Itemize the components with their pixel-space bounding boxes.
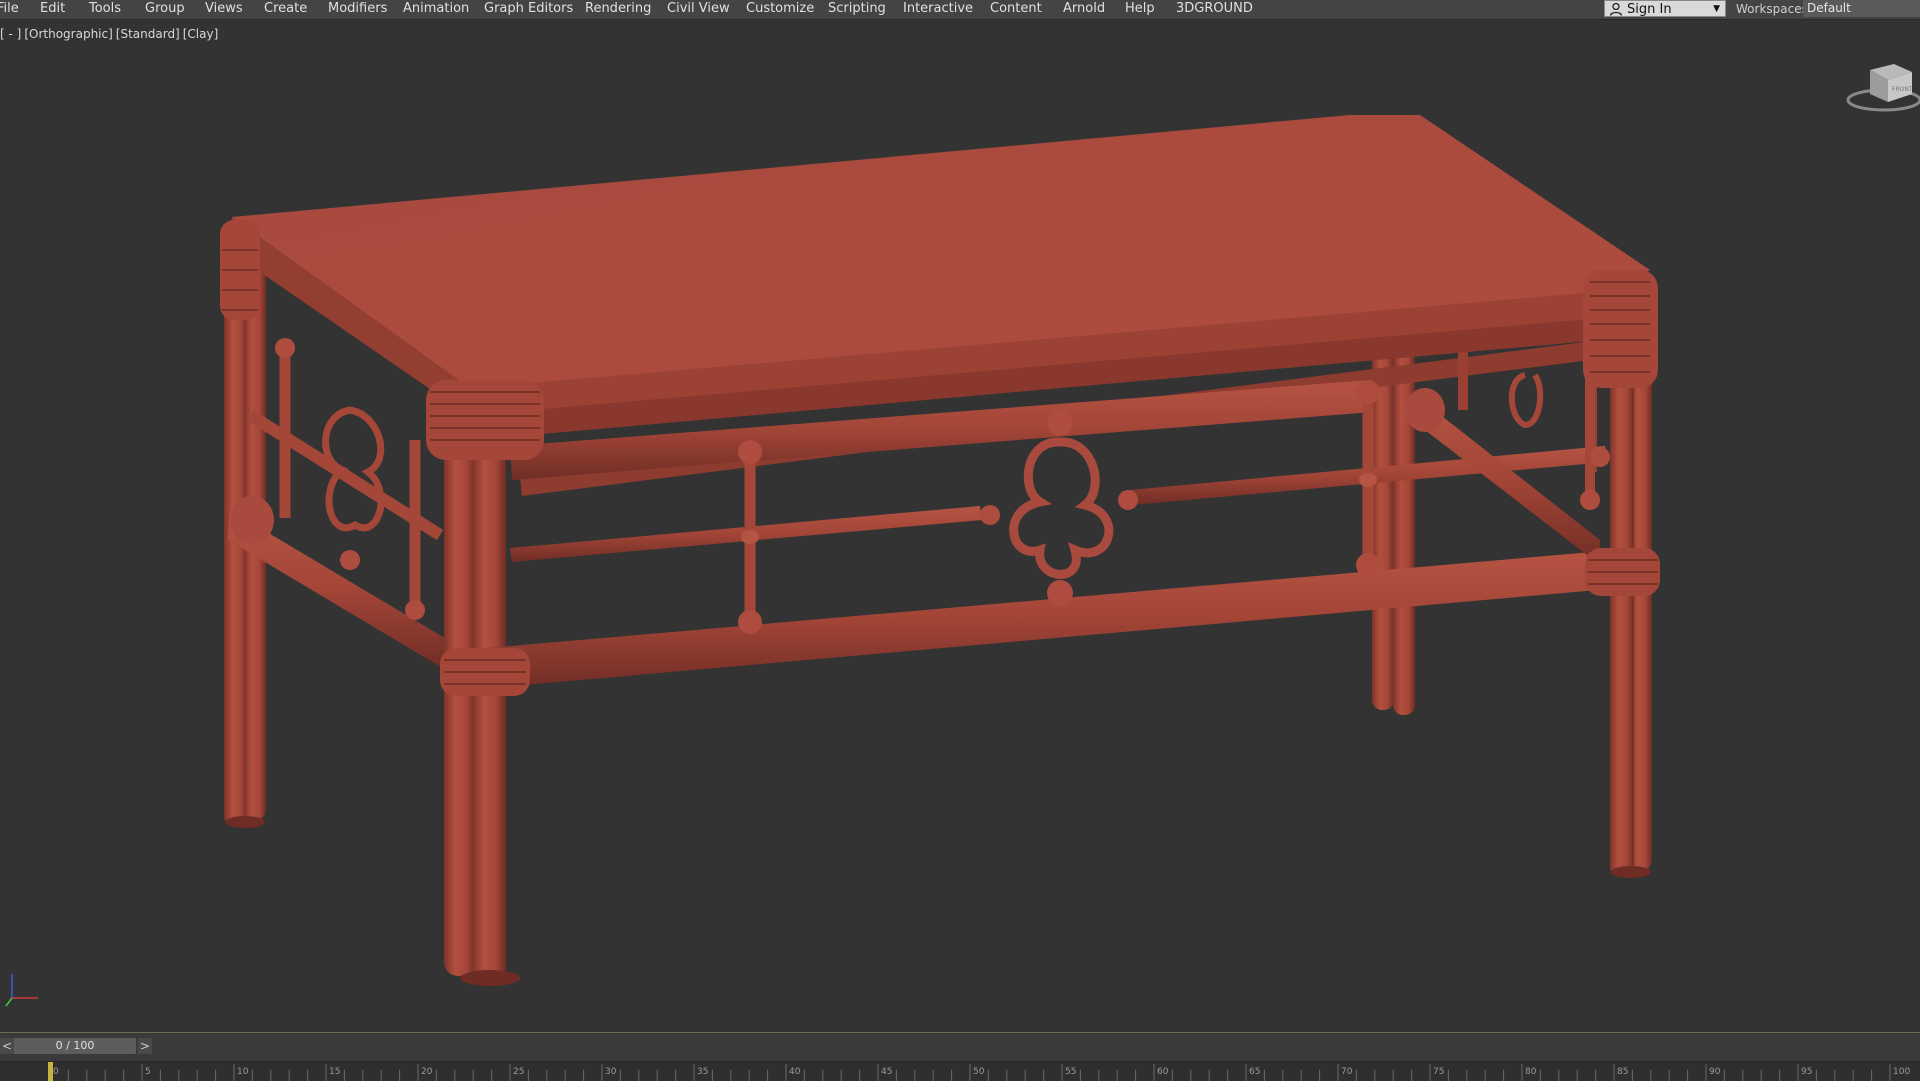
frame-tick-label: 5	[145, 1067, 151, 1077]
time-slider-bar: < 0 / 100 > 0 5 10 15 20 25 30 35 40 45 50 55 60 65 70…	[0, 1033, 1920, 1081]
bead	[1118, 490, 1138, 510]
menu-bar: File Edit Tools Group Views Create Modif…	[0, 0, 1920, 20]
workspaces-label: Workspaces:	[1736, 2, 1812, 16]
frame-tick-label: 0	[53, 1067, 59, 1077]
frame-tick-label: 95	[1801, 1067, 1812, 1077]
bead	[980, 505, 1000, 525]
menu-customize[interactable]: Customize	[743, 0, 817, 18]
corner-binding	[220, 220, 260, 320]
leg-foot	[225, 816, 265, 828]
bead	[738, 610, 762, 634]
bead	[405, 600, 425, 620]
bead	[1359, 473, 1377, 487]
frame-tick-label: 70	[1341, 1067, 1353, 1077]
frame-tick-label: 50	[973, 1067, 985, 1077]
track-bar-ruler: 0 5 10 15 20 25 30 35 40 45 50 55 60 65 70 75 80 85 90 95 10…	[48, 1062, 1910, 1081]
menu-views[interactable]: Views	[202, 0, 246, 18]
corner-binding	[426, 380, 544, 460]
frame-tick-label: 90	[1709, 1067, 1721, 1077]
frame-tick-label: 35	[697, 1067, 708, 1077]
workspace-select[interactable]: Default	[1803, 0, 1920, 17]
frame-tick-label: 60	[1157, 1067, 1169, 1077]
frame-tick-label: 55	[1065, 1067, 1076, 1077]
leg-foot	[1611, 866, 1651, 878]
menu-3dground[interactable]: 3DGROUND	[1173, 0, 1256, 18]
menu-interactive[interactable]: Interactive	[900, 0, 976, 18]
viewcube-icon[interactable]: FRONT	[1842, 58, 1920, 118]
corner-binding	[440, 648, 530, 696]
frame-tick-label: 40	[789, 1067, 801, 1077]
time-slider-thumb[interactable]: 0 / 100	[14, 1038, 136, 1054]
back-leg	[1393, 330, 1415, 715]
side-quatrefoil	[1508, 372, 1544, 429]
current-frame-marker[interactable]	[48, 1062, 53, 1081]
rail-end	[230, 496, 274, 544]
frame-tick-label: 65	[1249, 1067, 1260, 1077]
next-frame-button[interactable]: >	[138, 1038, 152, 1054]
viewport-perspective[interactable]: [ - ] [Orthographic] [Standard] [Clay] F…	[0, 20, 1920, 1033]
corner-binding	[1583, 270, 1658, 388]
track-bar[interactable]: 0 5 10 15 20 25 30 35 40 45 50 55 60 65 70 75 80 85 90 95 10…	[0, 1061, 1920, 1081]
menu-civil-view[interactable]: Civil View	[664, 0, 733, 18]
bead	[1590, 447, 1610, 467]
menu-file[interactable]: File	[0, 0, 22, 18]
bead	[340, 550, 360, 570]
frame-tick-label: 20	[421, 1067, 433, 1077]
quatrefoil-ornament	[1009, 437, 1114, 579]
user-icon	[1609, 2, 1623, 16]
frame-tick-label: 85	[1617, 1067, 1628, 1077]
frame-tick-label: 100	[1893, 1067, 1910, 1077]
bead	[738, 440, 762, 464]
frame-tick-label: 75	[1433, 1067, 1444, 1077]
leg-foot	[460, 970, 520, 986]
bead	[1356, 553, 1380, 577]
corner-binding	[1585, 548, 1660, 596]
menu-tools[interactable]: Tools	[86, 0, 124, 18]
frame-tick-label: 15	[329, 1067, 340, 1077]
viewcube-face-label: FRONT	[1892, 86, 1913, 93]
menu-rendering[interactable]: Rendering	[582, 0, 654, 18]
menu-edit[interactable]: Edit	[37, 0, 68, 18]
table-model[interactable]	[0, 20, 1920, 1032]
menu-help[interactable]: Help	[1122, 0, 1158, 18]
frame-tick-label: 80	[1525, 1067, 1537, 1077]
menu-content[interactable]: Content	[987, 0, 1045, 18]
bead	[741, 530, 759, 544]
frame-tick-label: 30	[605, 1067, 617, 1077]
frame-tick-label: 25	[513, 1067, 524, 1077]
axis-tripod-icon	[5, 974, 38, 1007]
rail-end	[1405, 388, 1445, 432]
previous-frame-button[interactable]: <	[0, 1038, 14, 1054]
menu-arnold[interactable]: Arnold	[1060, 0, 1108, 18]
sign-in-dropdown[interactable]: Sign In ▼	[1604, 0, 1726, 17]
frame-tick-label: 10	[237, 1067, 249, 1077]
menu-scripting[interactable]: Scripting	[825, 0, 889, 18]
chevron-down-icon: ▼	[1713, 4, 1720, 14]
bead	[1047, 410, 1073, 436]
bead	[275, 338, 295, 358]
menu-create[interactable]: Create	[261, 0, 310, 18]
bead	[1580, 490, 1600, 510]
bead	[1356, 380, 1380, 404]
frame-tick-label: 45	[881, 1067, 892, 1077]
bead	[1047, 580, 1073, 606]
sign-in-label: Sign In	[1627, 2, 1672, 17]
menu-modifiers[interactable]: Modifiers	[325, 0, 390, 18]
menu-group[interactable]: Group	[142, 0, 188, 18]
menu-animation[interactable]: Animation	[400, 0, 472, 18]
menu-graph-editors[interactable]: Graph Editors	[481, 0, 576, 18]
